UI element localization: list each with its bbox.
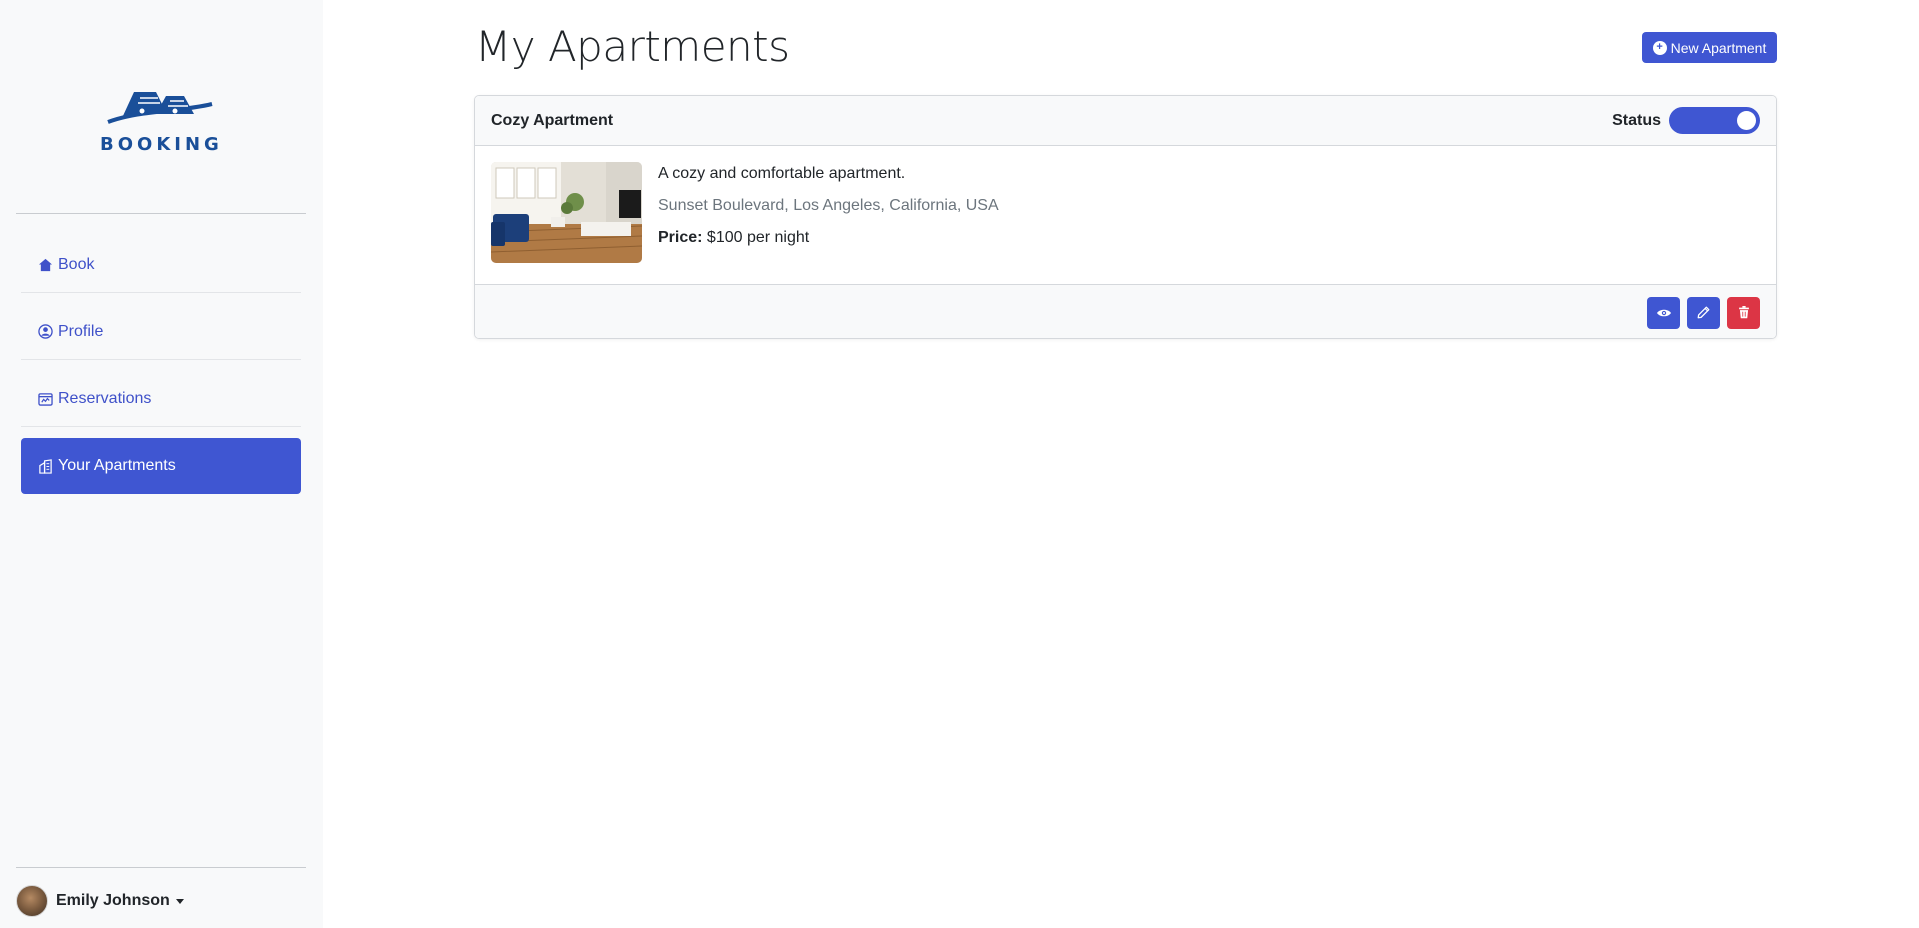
sidebar-item-label: Reservations — [58, 389, 152, 407]
sidebar-item-label: Your Apartments — [58, 457, 176, 474]
brand-name: BOOKING — [100, 134, 223, 155]
sidebar-nav: Book Profile Reservations Your Apartment… — [21, 237, 301, 505]
pencil-icon — [1697, 306, 1710, 319]
eye-icon — [1656, 309, 1671, 316]
apartment-info: A cozy and comfortable apartment. Sunset… — [658, 162, 999, 268]
house-logo-icon — [107, 92, 213, 124]
sidebar-divider-bottom — [16, 867, 306, 868]
sidebar-item-profile[interactable]: Profile — [21, 304, 301, 360]
price-label: Price: — [658, 229, 703, 246]
plus-circle-icon: + — [1652, 40, 1667, 55]
apartment-address: Sunset Boulevard, Los Angeles, Californi… — [658, 197, 999, 214]
price-value: $100 per night — [706, 229, 810, 246]
apartment-card: Cozy Apartment Status A cozy and comfort… — [474, 95, 1777, 339]
apartment-price: Price: $100 per night — [658, 229, 999, 247]
status-toggle[interactable] — [1669, 107, 1760, 134]
view-button[interactable] — [1647, 296, 1680, 329]
house-icon — [37, 257, 53, 273]
user-name: Emily Johnson — [56, 892, 170, 909]
apartment-description: A cozy and comfortable apartment. — [658, 165, 906, 182]
person-circle-icon — [37, 324, 53, 340]
status-group: Status — [1612, 107, 1760, 134]
apartment-photo — [491, 162, 642, 263]
new-apartment-label: New Apartment — [1670, 39, 1767, 56]
trash-icon — [1738, 306, 1749, 319]
sidebar-item-label: Book — [58, 255, 95, 273]
page-title: My Apartments — [475, 22, 790, 71]
brand-logo[interactable]: BOOKING — [100, 82, 222, 160]
avatar — [16, 885, 48, 917]
sidebar-item-book[interactable]: Book — [21, 237, 301, 293]
caret-down-icon — [175, 898, 184, 904]
card-header: Cozy Apartment Status — [475, 96, 1776, 146]
toggle-knob — [1737, 111, 1756, 130]
sidebar: BOOKING Book Profile Reservations Your A… — [0, 0, 323, 928]
calendar-chart-icon — [37, 391, 53, 407]
user-menu[interactable]: Emily Johnson — [16, 885, 184, 917]
card-body: A cozy and comfortable apartment. Sunset… — [475, 146, 1776, 284]
card-footer — [475, 284, 1776, 338]
sidebar-item-label: Profile — [58, 322, 104, 340]
edit-button[interactable] — [1687, 296, 1720, 329]
sidebar-divider-top — [16, 213, 306, 214]
apartment-name: Cozy Apartment — [491, 111, 614, 129]
status-label: Status — [1612, 111, 1661, 129]
new-apartment-button[interactable]: + New Apartment — [1642, 32, 1777, 63]
buildings-icon — [37, 458, 53, 474]
sidebar-item-reservations[interactable]: Reservations — [21, 371, 301, 427]
sidebar-item-your-apartments[interactable]: Your Apartments — [21, 438, 301, 494]
delete-button[interactable] — [1727, 296, 1760, 329]
